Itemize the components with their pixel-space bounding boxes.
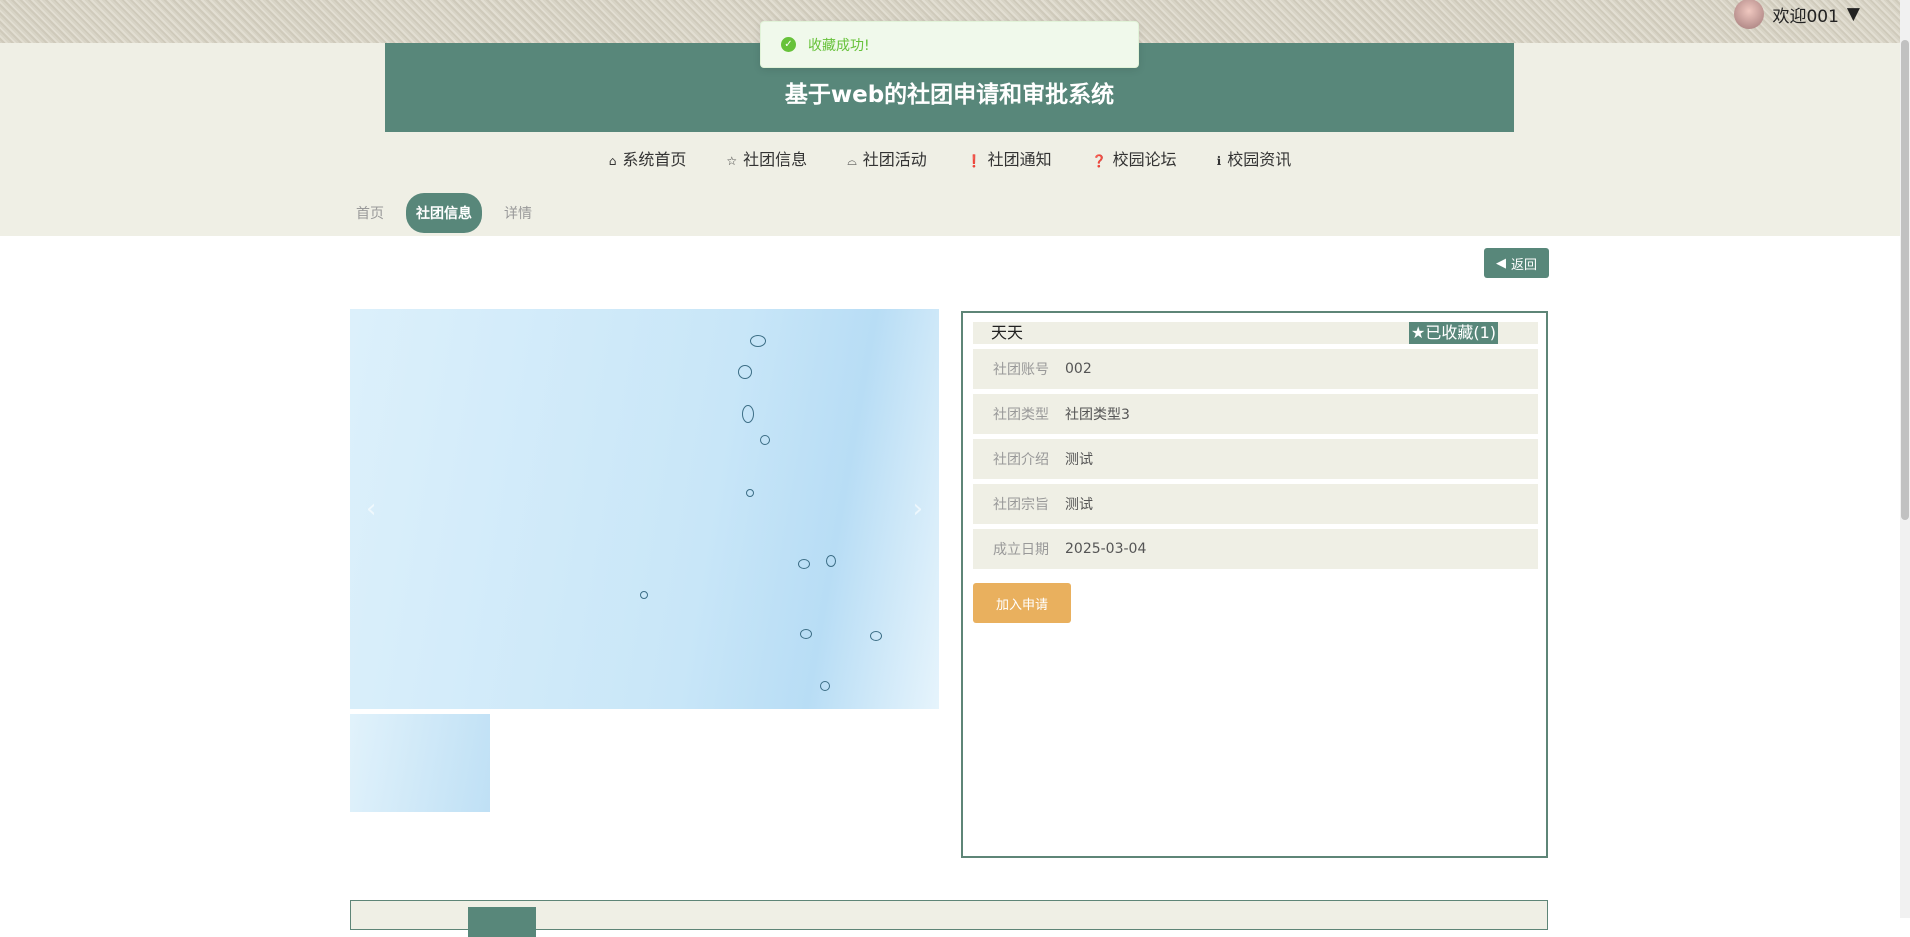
back-button[interactable]: ◀ 返回 (1484, 248, 1549, 278)
field-row: 社团宗旨 测试 (973, 484, 1538, 524)
field-label: 社团宗旨 (993, 497, 1049, 513)
user-label: 欢迎001 (1772, 6, 1839, 27)
favorite-button[interactable]: ★已收藏(1) (1408, 322, 1498, 344)
water-drop (800, 629, 812, 639)
bag-icon: ⌓ (847, 154, 857, 168)
field-value: 测试 (1065, 497, 1093, 513)
nav-item-club-activity[interactable]: ⌓ 社团活动 (847, 146, 927, 170)
breadcrumb-home[interactable]: 首页 (356, 203, 384, 223)
field-row: 成立日期 2025-03-04 (973, 529, 1538, 569)
water-drop (760, 435, 770, 445)
nav-label: 系统首页 (622, 150, 687, 169)
field-value: 2025-03-04 (1065, 541, 1147, 557)
breadcrumb-detail: 详情 (504, 206, 532, 222)
nav-label: 社团信息 (743, 150, 808, 169)
toast-message: 收藏成功! (808, 37, 870, 54)
club-detail-panel: 天天 ★已收藏(1) 社团账号 002 社团类型 社团类型3 社团介绍 测试 社团宗旨… (961, 311, 1548, 858)
water-drop (820, 681, 830, 691)
check-circle-icon: ✓ (781, 37, 796, 52)
carousel-prev-arrow[interactable]: ‹ (366, 494, 376, 524)
star-filled-icon: ★ (1410, 323, 1426, 342)
favorite-label: 已收藏(1) (1425, 323, 1496, 342)
water-drop (798, 559, 810, 569)
detail-tabs-panel (350, 900, 1548, 937)
avatar (1734, 0, 1765, 29)
field-label: 社团介绍 (993, 452, 1049, 468)
user-menu[interactable]: 欢迎001 ▼ (1734, 0, 1860, 29)
field-row: 社团账号 002 (973, 349, 1538, 389)
field-label: 成立日期 (993, 542, 1049, 558)
nav-label: 校园论坛 (1112, 150, 1177, 169)
water-drop (750, 335, 766, 347)
water-drop (826, 555, 836, 567)
field-row: 社团类型 社团类型3 (973, 394, 1538, 434)
scrollbar[interactable] (1900, 0, 1910, 918)
field-label: 社团账号 (993, 362, 1049, 378)
caret-down-icon: ▼ (1846, 4, 1860, 24)
field-value: 002 (1065, 361, 1092, 377)
nav-label: 社团通知 (987, 150, 1052, 169)
carousel-image: ‹ › (350, 309, 939, 709)
scrollbar-thumb[interactable] (1901, 40, 1909, 520)
join-apply-button[interactable]: 加入申请 (973, 583, 1071, 623)
nav-item-club-info[interactable]: ☆ 社团信息 (726, 146, 807, 170)
star-icon: ☆ (726, 154, 738, 168)
water-drop (746, 489, 754, 497)
nav-item-forum[interactable]: ❓ 校园论坛 (1092, 146, 1177, 170)
field-value: 社团类型3 (1065, 407, 1130, 423)
water-drop (640, 591, 648, 599)
nav-item-home[interactable]: ⌂ 系统首页 (609, 146, 687, 170)
back-label: 返回 (1510, 257, 1537, 273)
alert-icon: ❗ (966, 154, 982, 168)
field-value: 测试 (1065, 452, 1093, 468)
info-icon: ℹ (1216, 154, 1222, 168)
active-tab[interactable] (468, 907, 536, 937)
water-drop (870, 631, 882, 641)
image-thumbnail[interactable] (350, 714, 490, 812)
water-drop (738, 365, 752, 379)
nav-label: 社团活动 (862, 150, 927, 169)
nav-label: 校园资讯 (1227, 150, 1292, 169)
carousel-next-arrow[interactable]: › (913, 494, 923, 524)
caret-left-icon: ◀ (1495, 255, 1506, 271)
field-label: 社团类型 (993, 407, 1049, 423)
success-toast: ✓ 收藏成功! (760, 21, 1139, 68)
breadcrumb: 首页 社团信息 详情 (356, 193, 532, 233)
question-icon: ❓ (1091, 154, 1107, 168)
water-drop (742, 405, 754, 423)
club-name-bar: 天天 ★已收藏(1) (973, 322, 1538, 344)
club-name: 天天 (991, 323, 1024, 342)
field-row: 社团介绍 测试 (973, 439, 1538, 479)
nav-item-news[interactable]: ℹ 校园资讯 (1217, 146, 1292, 170)
breadcrumb-club-info[interactable]: 社团信息 (406, 193, 482, 233)
nav-item-club-notice[interactable]: ❗ 社团通知 (967, 146, 1052, 170)
home-icon: ⌂ (608, 154, 617, 168)
main-nav: ⌂ 系统首页 ☆ 社团信息 ⌓ 社团活动 ❗ 社团通知 ❓ 校园论坛 ℹ 校园资讯 (0, 146, 1900, 170)
